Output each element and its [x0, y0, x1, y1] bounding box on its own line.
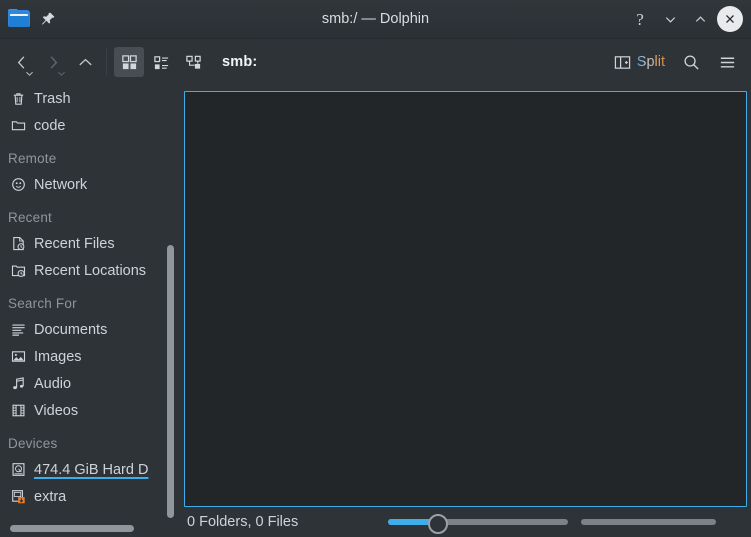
split-button[interactable]: Split [608, 50, 671, 75]
document-icon [10, 322, 26, 338]
status-bar-progress [581, 519, 717, 525]
network-icon [10, 177, 26, 193]
sidebar-horizontal-scrollbar-thumb[interactable] [10, 525, 134, 532]
hard-drive-icon [10, 462, 26, 478]
sidebar-item-videos[interactable]: Videos [0, 397, 178, 424]
search-icon[interactable] [675, 46, 707, 78]
toolbar-separator [106, 49, 107, 75]
sidebar-horizontal-scrollbar[interactable] [0, 522, 178, 534]
maximize-button[interactable] [685, 4, 715, 34]
sidebar-item-label: Recent Locations [34, 262, 147, 279]
view-mode-buttons [114, 47, 208, 77]
sidebar-heading-search-for: Search For [8, 296, 77, 311]
status-bar: 0 Folders, 0 Files [184, 507, 747, 537]
pin-icon[interactable] [40, 11, 56, 27]
back-dropdown-icon [26, 71, 33, 76]
title-bar-left-controls [0, 9, 56, 29]
main-panel: 0 Folders, 0 Files [178, 85, 751, 537]
recent-locations-icon [10, 263, 26, 279]
forward-dropdown-icon [58, 71, 65, 76]
split-button-label: Split [636, 54, 665, 70]
sidebar-item-label: 474.4 GiB Hard D [34, 461, 149, 478]
places-scroll-area: Trash code Remote Network Recent Recent Files… [0, 85, 178, 521]
status-text: 0 Folders, 0 Files [187, 514, 299, 530]
back-button[interactable] [6, 46, 36, 78]
sidebar-item-label: Documents [34, 321, 108, 338]
sidebar-item-label: Audio [34, 375, 72, 392]
sidebar-item-label: Trash [34, 90, 71, 107]
minimize-button[interactable] [655, 4, 685, 34]
sidebar-item-label: code [34, 117, 66, 134]
details-view-button[interactable] [178, 47, 208, 77]
split-view-icon [614, 54, 631, 71]
help-button[interactable]: ? [625, 4, 655, 34]
compact-view-button[interactable] [146, 47, 176, 77]
file-view-area[interactable] [184, 91, 747, 507]
sidebar-heading-remote: Remote [8, 151, 57, 166]
sidebar-item-trash[interactable]: Trash [0, 85, 178, 112]
zoom-slider[interactable] [388, 512, 569, 534]
up-button[interactable] [70, 46, 100, 78]
close-button[interactable] [717, 6, 743, 32]
sidebar-item-code[interactable]: code [0, 112, 178, 139]
removable-device-icon [10, 489, 26, 505]
folder-icon [10, 118, 26, 134]
folder-icon [8, 9, 30, 29]
film-icon [10, 403, 26, 419]
sidebar-item-label: extra [34, 488, 67, 505]
sidebar-vertical-scrollbar[interactable] [167, 245, 174, 518]
icons-view-button[interactable] [114, 47, 144, 77]
sidebar-item-documents[interactable]: Documents [0, 316, 178, 343]
sidebar-item-474-4-gib-hard-d[interactable]: 474.4 GiB Hard D [0, 456, 178, 483]
sidebar-item-extra[interactable]: extra [0, 483, 178, 510]
sidebar-item-audio[interactable]: Audio [0, 370, 178, 397]
recent-files-icon [10, 236, 26, 252]
breadcrumb[interactable]: smb: [222, 54, 257, 70]
sidebar-item-network[interactable]: Network [0, 171, 178, 198]
sidebar-heading-recent: Recent [8, 210, 52, 225]
hamburger-menu-icon[interactable] [711, 46, 743, 78]
sidebar-item-recent-files[interactable]: Recent Files [0, 230, 178, 257]
navigation-buttons [6, 46, 100, 78]
sidebar-item-recent-locations[interactable]: Recent Locations [0, 257, 178, 284]
zoom-slider-handle[interactable] [428, 514, 449, 534]
trash-icon [10, 91, 26, 107]
sidebar-item-images[interactable]: Images [0, 343, 178, 370]
sidebar-heading-devices: Devices [8, 436, 58, 451]
window-body: Trash code Remote Network Recent Recent Files… [0, 85, 751, 537]
forward-button[interactable] [38, 46, 68, 78]
image-icon [10, 349, 26, 365]
sidebar-item-label: Network [34, 176, 88, 193]
main-toolbar: smb: Split [0, 39, 751, 85]
sidebar-item-label: Recent Files [34, 235, 115, 252]
audio-note-icon [10, 376, 26, 392]
title-bar: smb:/ — Dolphin ? [0, 0, 751, 39]
dolphin-window: smb:/ — Dolphin ? smb: Split Trash code … [0, 0, 751, 537]
places-list: Trash code Remote Network Recent Recent Files… [0, 85, 178, 510]
sidebar-item-label: Images [34, 348, 82, 365]
places-sidebar: Trash code Remote Network Recent Recent Files… [0, 85, 178, 537]
toolbar-right-actions: Split [608, 46, 743, 78]
window-controls: ? [625, 4, 751, 34]
sidebar-item-label: Videos [34, 402, 79, 419]
